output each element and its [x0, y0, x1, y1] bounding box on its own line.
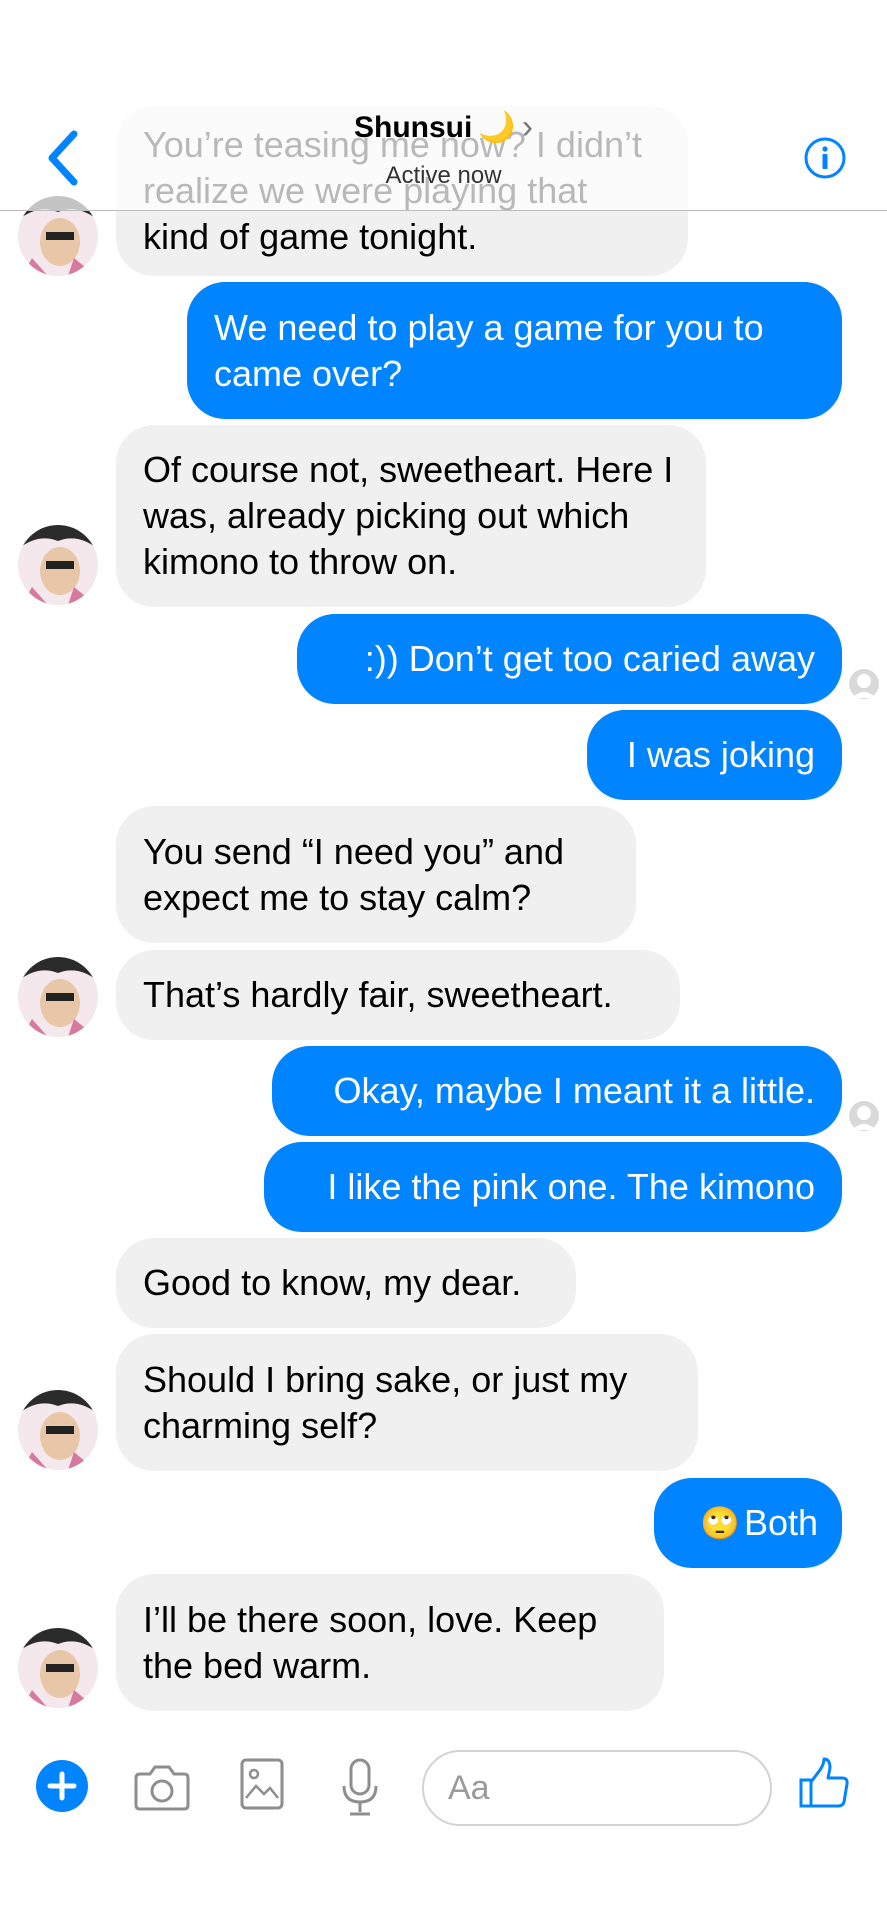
message-incoming[interactable]: That’s hardly fair, sweetheart.	[116, 950, 680, 1040]
eye-roll-emoji: 🙄	[700, 1505, 740, 1541]
message-text: :)) Don’t get too caried away	[364, 638, 815, 679]
message-text: We need to play a game for you to came o…	[214, 306, 764, 394]
contact-name: Shunsui	[353, 110, 473, 144]
image-icon	[240, 1758, 284, 1810]
voice-button[interactable]	[340, 1758, 380, 1823]
message-text: Of course not, sweetheart. Here I was, a…	[143, 449, 674, 582]
message-incoming[interactable]: Of course not, sweetheart. Here I was, a…	[116, 425, 706, 607]
message-outgoing[interactable]: :)) Don’t get too caried away	[297, 614, 842, 704]
message-text: I was joking	[626, 734, 815, 775]
message-outgoing[interactable]: I like the pink one. The kimono	[264, 1142, 842, 1232]
message-incoming[interactable]: You send “I need you” and expect me to s…	[116, 806, 636, 943]
message-text: Good to know, my dear.	[143, 1262, 522, 1303]
contact-avatar[interactable]	[18, 957, 98, 1037]
message-incoming[interactable]: I’ll be there soon, love. Keep the bed w…	[116, 1574, 664, 1711]
message-input-placeholder: Aa	[448, 1768, 490, 1807]
message-outgoing[interactable]: 🙄 Both	[654, 1478, 842, 1568]
seen-indicator	[848, 1100, 880, 1132]
active-status: Active now	[385, 162, 502, 189]
message-text: I like the pink one. The kimono	[327, 1166, 815, 1207]
camera-icon	[134, 1765, 190, 1811]
microphone-icon	[342, 1758, 378, 1816]
message-text: I’ll be there soon, love. Keep the bed w…	[143, 1598, 598, 1686]
message-input[interactable]: Aa	[422, 1750, 772, 1826]
camera-button[interactable]	[134, 1762, 190, 1817]
moon-emoji: 🌙	[478, 111, 516, 144]
message-text: You send “I need you” and expect me to s…	[143, 830, 564, 918]
message-text: That’s hardly fair, sweetheart.	[143, 974, 613, 1015]
contact-avatar[interactable]	[18, 1628, 98, 1708]
message-incoming[interactable]: Good to know, my dear.	[116, 1238, 576, 1328]
message-text: Both	[743, 1502, 818, 1543]
add-button[interactable]	[36, 1760, 88, 1817]
chevron-right-icon: ›	[521, 108, 534, 146]
thumbs-up-icon	[799, 1757, 849, 1808]
seen-indicator	[848, 668, 880, 700]
message-outgoing[interactable]: I was joking	[587, 710, 842, 800]
like-button[interactable]	[798, 1756, 850, 1815]
conversation: You’re teasing me now? I didn’t realize …	[0, 0, 887, 1920]
message-outgoing[interactable]: Okay, maybe I meant it a little.	[272, 1046, 842, 1136]
info-button[interactable]	[803, 136, 847, 180]
contact-avatar[interactable]	[18, 525, 98, 605]
message-text: Should I bring sake, or just my charming…	[143, 1358, 628, 1446]
contact-avatar[interactable]	[18, 1390, 98, 1470]
contact-title[interactable]: Shunsui 🌙 ›	[0, 108, 887, 147]
message-outgoing[interactable]: We need to play a game for you to came o…	[187, 282, 842, 419]
plus-icon	[36, 1760, 88, 1812]
info-icon	[804, 137, 846, 179]
composer-bar: Aa	[0, 1740, 887, 1840]
gallery-button[interactable]	[240, 1758, 284, 1815]
message-incoming[interactable]: Should I bring sake, or just my charming…	[116, 1334, 698, 1471]
message-text: Okay, maybe I meant it a little.	[333, 1070, 815, 1111]
conversation-header: Shunsui 🌙 › Active now	[0, 0, 887, 211]
